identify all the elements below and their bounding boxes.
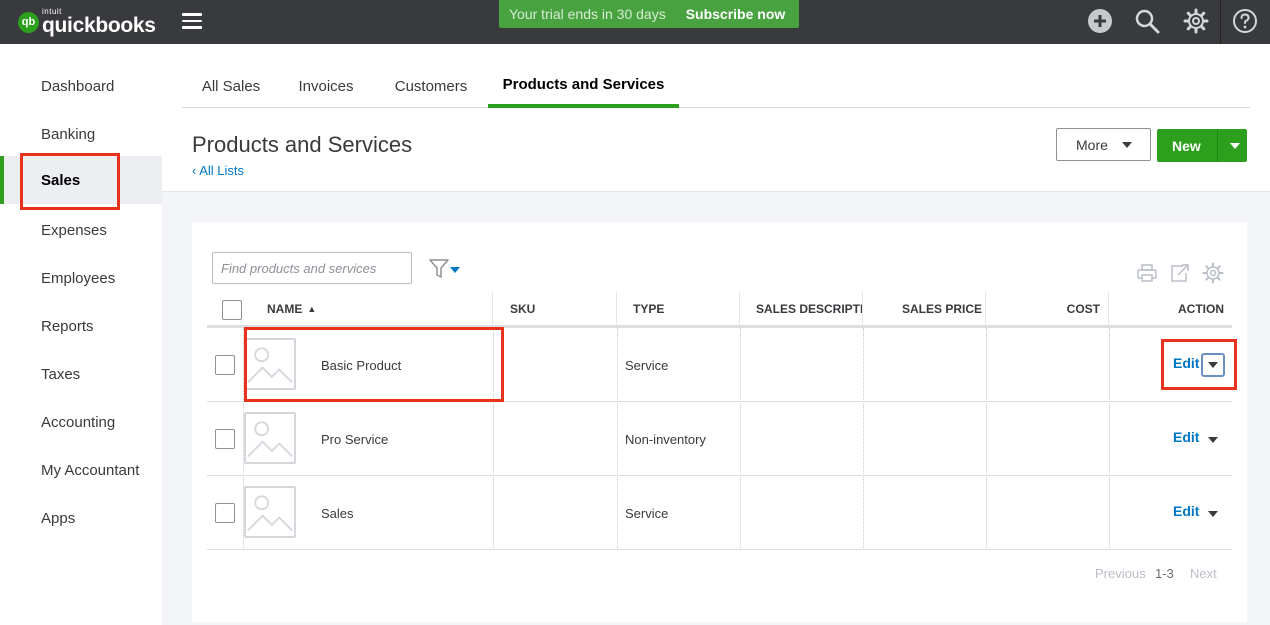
pagination-next[interactable]: Next bbox=[1190, 566, 1217, 581]
sales-tabs: All Sales Invoices Customers Products an… bbox=[182, 64, 1250, 108]
trial-banner: Your trial ends in 30 days Subscribe now bbox=[499, 0, 799, 28]
sidebar-item-expenses[interactable]: Expenses bbox=[0, 206, 162, 254]
sidebar-item-reports[interactable]: Reports bbox=[0, 302, 162, 350]
search-input[interactable] bbox=[212, 252, 412, 284]
products-list-card: NAME ▲ SKU TYPE SALES DESCRIPTION SALES … bbox=[192, 222, 1247, 622]
column-header-name[interactable]: NAME ▲ bbox=[243, 292, 493, 325]
row-checkbox[interactable] bbox=[215, 429, 235, 449]
column-header-sales-price[interactable]: SALES PRICE bbox=[863, 292, 986, 325]
image-placeholder-icon bbox=[244, 338, 296, 390]
more-button[interactable]: More bbox=[1056, 128, 1151, 161]
subscribe-now-link[interactable]: Subscribe now bbox=[686, 6, 786, 22]
help-icon[interactable] bbox=[1232, 8, 1258, 34]
column-header-cost[interactable]: COST bbox=[986, 292, 1109, 325]
print-icon[interactable] bbox=[1136, 262, 1158, 284]
sort-ascending-icon: ▲ bbox=[307, 303, 317, 314]
table-row: Pro Service Non-inventory Edit bbox=[207, 402, 1232, 476]
sidebar-item-employees[interactable]: Employees bbox=[0, 254, 162, 302]
action-dropdown-caret-icon[interactable] bbox=[1201, 353, 1225, 377]
table-row: Basic Product Service Edit bbox=[207, 328, 1232, 402]
table-header-row: NAME ▲ SKU TYPE SALES DESCRIPTION SALES … bbox=[207, 292, 1232, 328]
column-header-action: ACTION bbox=[1178, 301, 1224, 316]
search-icon[interactable] bbox=[1134, 8, 1160, 34]
page-header: All Sales Invoices Customers Products an… bbox=[162, 44, 1270, 192]
image-placeholder-icon bbox=[244, 486, 296, 538]
pagination-range: 1-3 bbox=[1155, 566, 1174, 581]
action-dropdown-caret-icon[interactable] bbox=[1208, 437, 1218, 443]
column-header-sku[interactable]: SKU bbox=[493, 292, 617, 325]
row-checkbox[interactable] bbox=[215, 503, 235, 523]
chevron-left-icon: ‹ bbox=[192, 163, 197, 178]
quickbooks-logo[interactable]: qb intuit quickbooks bbox=[18, 8, 156, 36]
new-dropdown-caret-icon[interactable] bbox=[1230, 142, 1240, 149]
column-header-sales-description[interactable]: SALES DESCRIPTION bbox=[740, 292, 863, 325]
edit-link[interactable]: Edit bbox=[1173, 429, 1199, 445]
edit-link[interactable]: Edit bbox=[1173, 355, 1199, 371]
sidebar-item-my-accountant[interactable]: My Accountant bbox=[0, 446, 162, 494]
sidebar-item-taxes[interactable]: Taxes bbox=[0, 350, 162, 398]
sidebar-item-accounting[interactable]: Accounting bbox=[0, 398, 162, 446]
pagination-previous[interactable]: Previous bbox=[1095, 566, 1146, 581]
tab-customers[interactable]: Customers bbox=[372, 64, 490, 108]
product-name[interactable]: Sales bbox=[321, 476, 354, 550]
plus-icon[interactable] bbox=[1087, 8, 1113, 34]
sidebar-item-apps[interactable]: Apps bbox=[0, 494, 162, 542]
trial-text: Your trial ends in 30 days bbox=[509, 6, 666, 22]
hamburger-icon[interactable] bbox=[182, 13, 202, 29]
edit-link[interactable]: Edit bbox=[1173, 503, 1199, 519]
top-bar: qb intuit quickbooks Your trial ends in … bbox=[0, 0, 1270, 44]
filter-icon[interactable] bbox=[428, 258, 462, 280]
action-dropdown-caret-icon[interactable] bbox=[1208, 511, 1218, 517]
product-name[interactable]: Basic Product bbox=[321, 328, 401, 402]
new-button[interactable]: New bbox=[1157, 129, 1247, 162]
caret-down-icon bbox=[1121, 141, 1132, 148]
qb-logo-icon: qb bbox=[18, 11, 39, 33]
tab-invoices[interactable]: Invoices bbox=[280, 64, 372, 108]
product-name[interactable]: Pro Service bbox=[321, 402, 388, 476]
product-type: Non-inventory bbox=[625, 431, 706, 447]
select-all-checkbox[interactable] bbox=[222, 300, 242, 320]
table-row: Sales Service Edit bbox=[207, 476, 1232, 550]
export-icon[interactable] bbox=[1169, 262, 1191, 284]
top-divider bbox=[1220, 0, 1221, 44]
row-checkbox[interactable] bbox=[215, 355, 235, 375]
tab-all-sales[interactable]: All Sales bbox=[182, 64, 280, 108]
product-type: Service bbox=[625, 357, 669, 373]
sidebar-item-banking[interactable]: Banking bbox=[0, 110, 162, 158]
gear-icon[interactable] bbox=[1183, 8, 1209, 34]
sidebar-item-dashboard[interactable]: Dashboard bbox=[0, 62, 162, 110]
tab-products-and-services[interactable]: Products and Services bbox=[488, 64, 679, 108]
sidebar-item-sales[interactable]: Sales bbox=[0, 156, 162, 204]
settings-gear-icon[interactable] bbox=[1202, 262, 1224, 284]
product-type: Service bbox=[625, 505, 669, 521]
image-placeholder-icon bbox=[244, 412, 296, 464]
all-lists-link[interactable]: ‹ All Lists bbox=[192, 163, 244, 178]
column-header-type[interactable]: TYPE bbox=[617, 292, 740, 325]
page-title: Products and Services bbox=[192, 132, 413, 157]
sidebar: Dashboard Banking Sales Expenses Employe… bbox=[0, 44, 162, 625]
logo-name-text: quickbooks bbox=[42, 14, 156, 37]
